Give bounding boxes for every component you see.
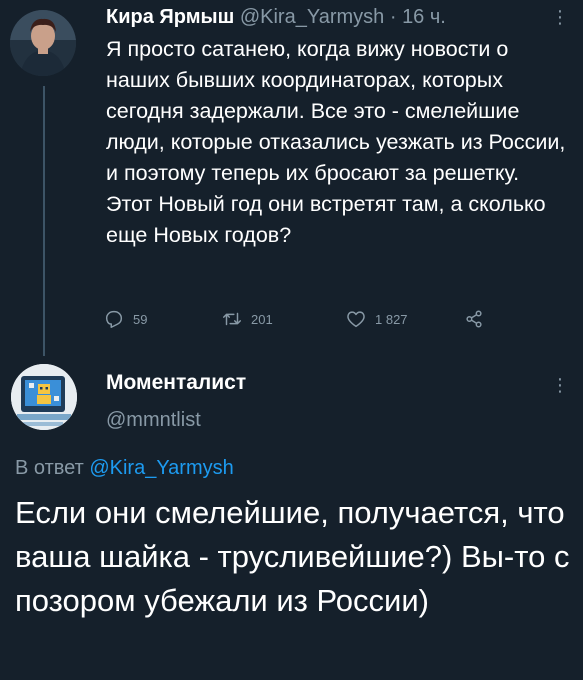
heart-icon: [347, 311, 365, 328]
reply-button[interactable]: 59: [103, 308, 147, 330]
more-vertical-icon[interactable]: ⋮: [551, 376, 569, 394]
author-handle[interactable]: @mmntlist: [106, 407, 201, 433]
reply-icon: [105, 310, 123, 328]
reply-text: Если они смелейшие, получается, что ваша…: [15, 495, 570, 618]
tweet-actions: 59 201 1 827: [103, 308, 503, 332]
avatar[interactable]: [11, 364, 77, 430]
author-handle[interactable]: @Kira_Yarmysh: [240, 6, 384, 28]
reply-to-link[interactable]: @Kira_Yarmysh: [89, 457, 233, 479]
retweet-icon: [223, 312, 241, 326]
like-count: 1 827: [375, 311, 408, 327]
avatar-photo: [10, 10, 76, 76]
avatar-logo: [11, 364, 77, 430]
reply-prefix: В ответ: [15, 457, 84, 479]
tweet-header: Кира Ярмыш @Kira_Yarmysh · 16 ч.: [106, 4, 446, 30]
thread-connector-line: [43, 86, 45, 356]
like-button[interactable]: 1 827: [345, 308, 408, 330]
retweet-count: 201: [251, 311, 273, 327]
reply-context: В ответ @Kira_Yarmysh: [15, 455, 234, 481]
tweet-text: Я просто сатанею, когда вижу новости о н…: [106, 37, 566, 247]
share-button[interactable]: [463, 308, 485, 330]
author-name[interactable]: Кира Ярмыш: [106, 6, 234, 28]
reply-count: 59: [133, 311, 148, 327]
more-vertical-icon[interactable]: ⋮: [551, 8, 569, 26]
header-separator: ·: [389, 6, 397, 28]
tweet-time[interactable]: 16 ч.: [402, 6, 446, 28]
share-icon: [466, 310, 482, 328]
author-name[interactable]: Моменталист: [106, 370, 246, 396]
avatar[interactable]: [10, 10, 76, 76]
retweet-button[interactable]: 201: [221, 308, 273, 330]
